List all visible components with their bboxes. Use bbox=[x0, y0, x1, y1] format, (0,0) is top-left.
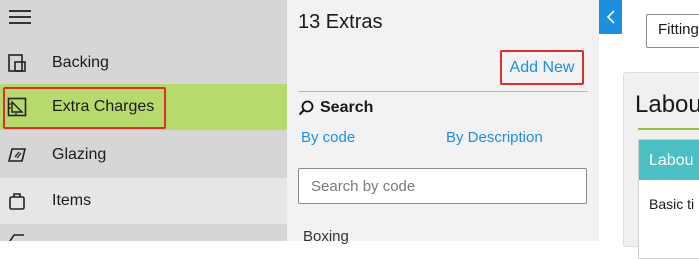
nav-item-label: Glazing bbox=[52, 146, 107, 163]
list-item[interactable]: Boxing bbox=[303, 228, 349, 245]
nav-item-label: Items bbox=[52, 192, 92, 209]
add-new-button[interactable]: Add New bbox=[500, 50, 584, 85]
nav-item-extra-charges[interactable]: Extra Charges bbox=[0, 84, 287, 130]
sub-card-body: Basic ti bbox=[649, 196, 695, 212]
navigation-pane: Backing Extra Charges Glazing Items bbox=[0, 0, 287, 241]
search-heading: Search bbox=[298, 99, 373, 117]
card-underline bbox=[638, 128, 699, 130]
partial-nav-icon bbox=[9, 234, 24, 241]
fitting-select[interactable]: Fitting bbox=[646, 14, 699, 48]
items-icon bbox=[9, 193, 25, 210]
ruler-square-icon bbox=[7, 97, 27, 117]
search-input[interactable] bbox=[298, 168, 587, 204]
backing-icon bbox=[8, 54, 26, 72]
sub-card-header: Labou bbox=[639, 140, 699, 180]
collapse-button[interactable] bbox=[599, 0, 622, 34]
labour-sub-card: Labou Basic ti bbox=[638, 139, 699, 259]
nav-item-items[interactable]: Items bbox=[0, 178, 287, 224]
detail-panel: Fitting Labou Labou Basic ti bbox=[599, 0, 699, 259]
nav-item-label: Extra Charges bbox=[52, 98, 155, 115]
search-heading-label: Search bbox=[320, 99, 374, 116]
nav-item-label: Backing bbox=[52, 54, 109, 71]
hamburger-icon[interactable] bbox=[9, 10, 31, 24]
page-title: 13 Extras bbox=[298, 11, 383, 33]
card-title: Labou bbox=[635, 91, 699, 118]
chevron-left-icon bbox=[606, 10, 615, 24]
extras-list-panel: 13 Extras Add New Search By code By Desc… bbox=[287, 0, 599, 245]
divider bbox=[298, 91, 588, 92]
labour-card: Labou Labou Basic ti bbox=[623, 72, 699, 259]
search-icon bbox=[298, 100, 314, 116]
nav-item-glazing[interactable]: Glazing bbox=[0, 132, 287, 178]
tab-by-code[interactable]: By code bbox=[301, 129, 355, 146]
tab-by-description[interactable]: By Description bbox=[446, 129, 543, 146]
glazing-icon bbox=[7, 148, 27, 162]
nav-item-backing[interactable]: Backing bbox=[0, 40, 287, 86]
